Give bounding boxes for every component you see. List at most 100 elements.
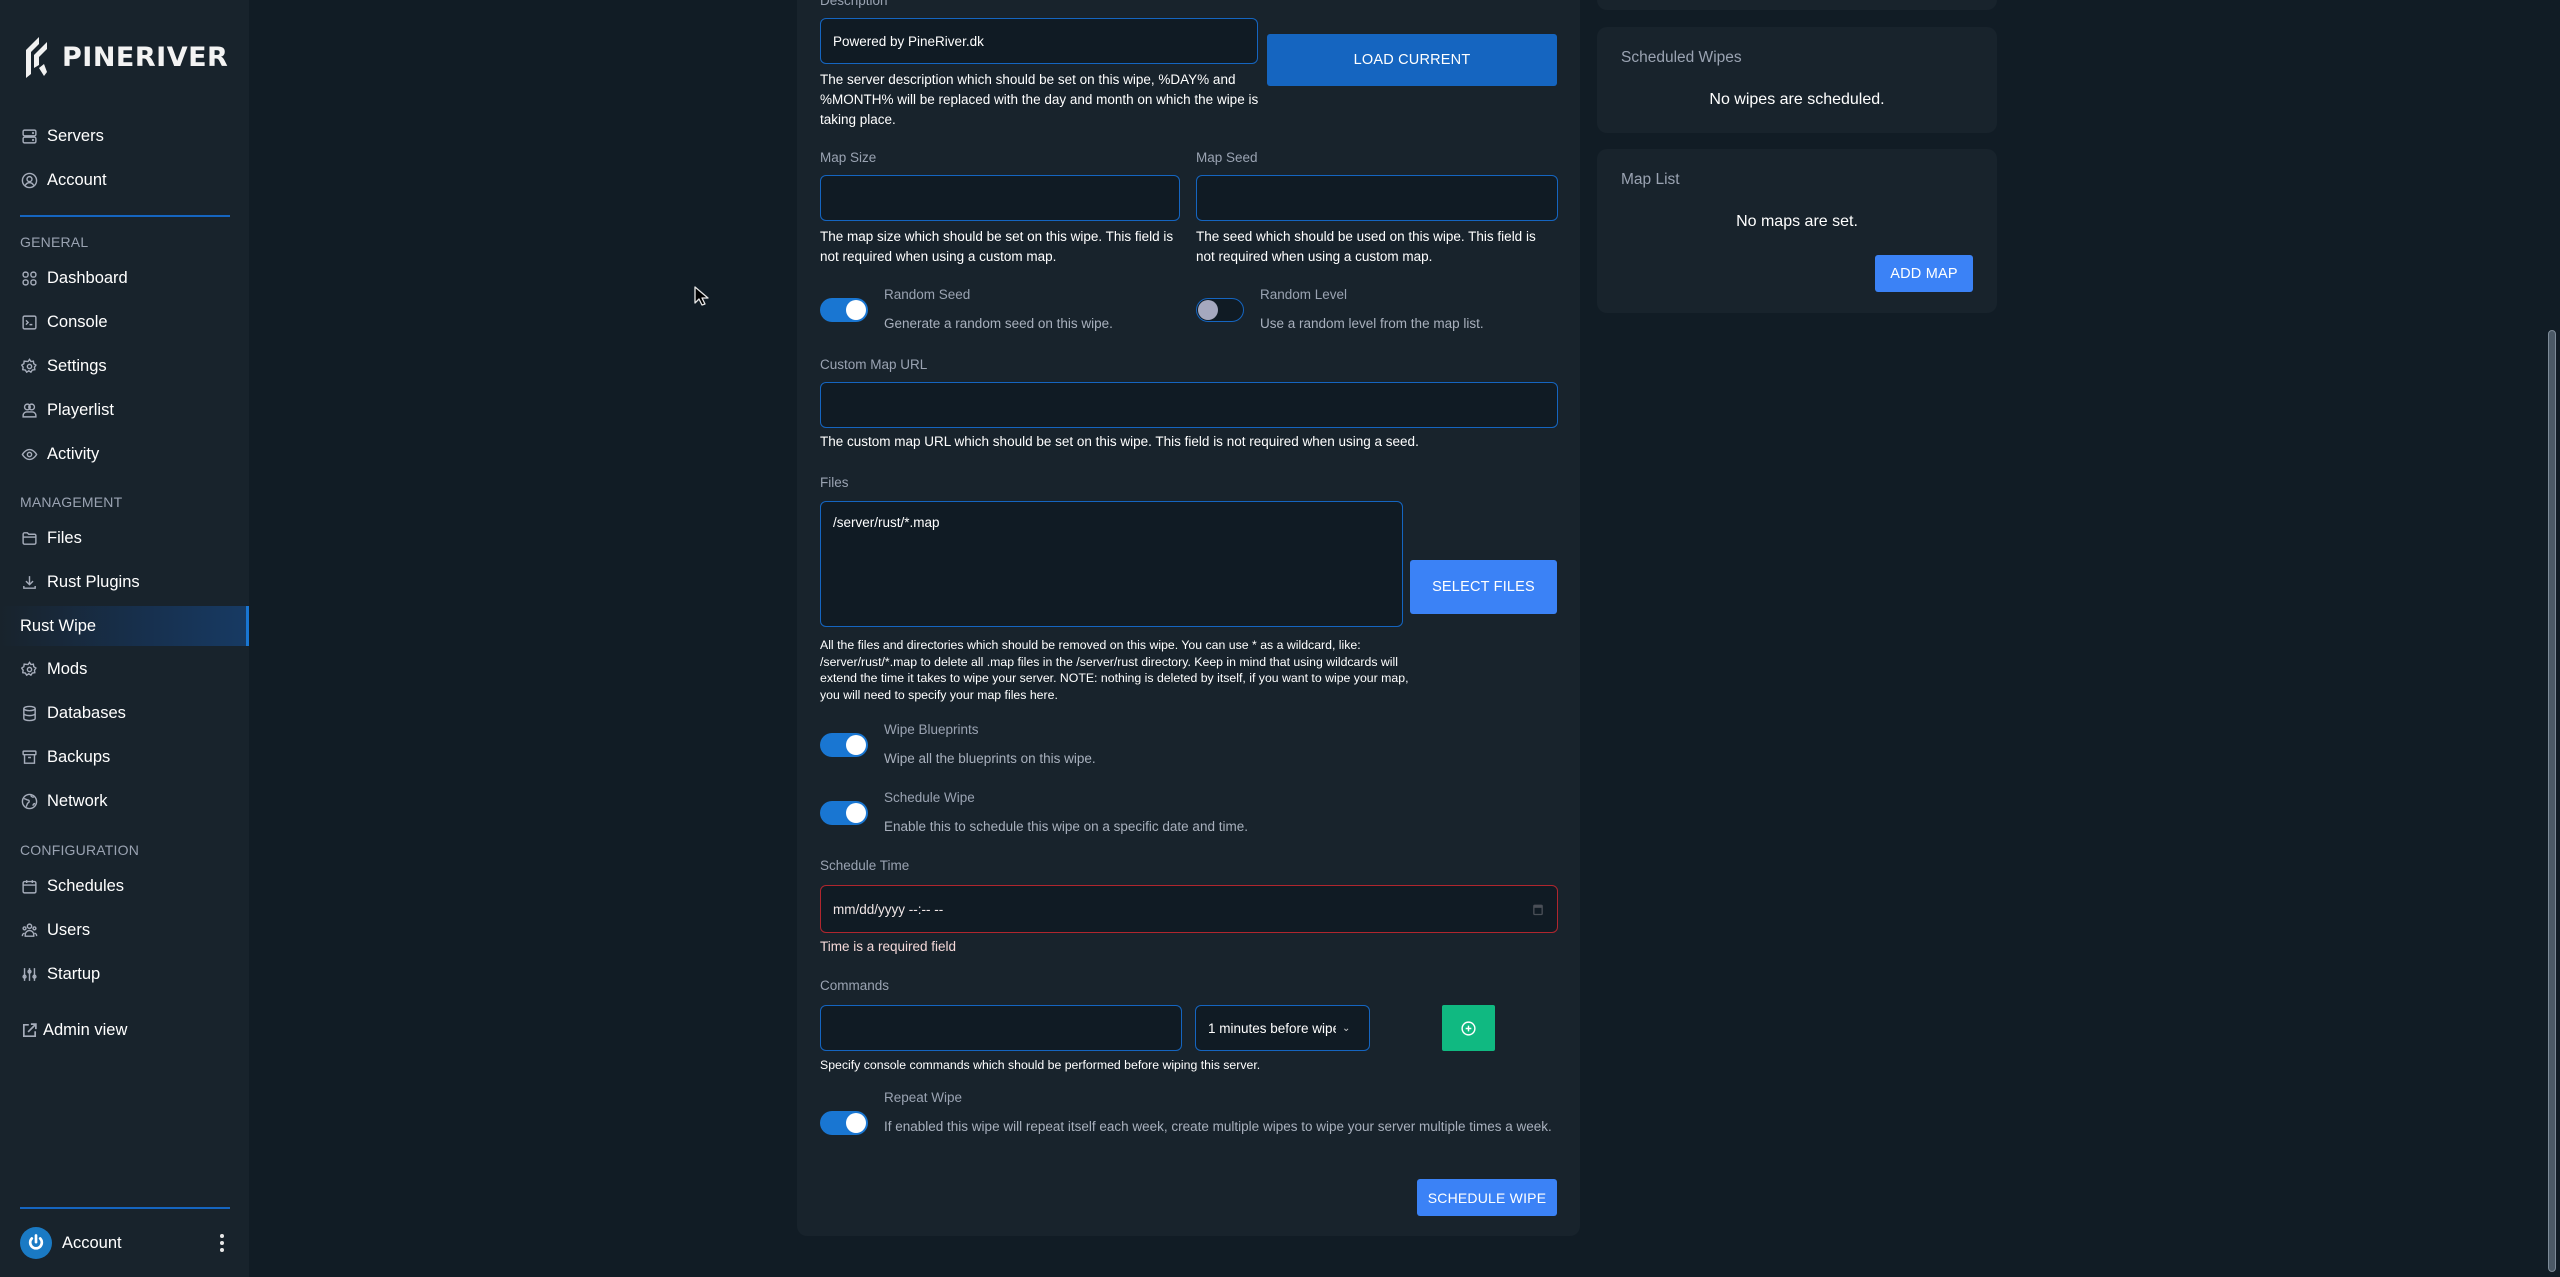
schedule-wipe-desc: Enable this to schedule this wipe on a s… (884, 819, 1248, 834)
schedule-time-error: Time is a required field (820, 939, 957, 954)
description-input[interactable]: Powered by PineRiver.dk (820, 18, 1258, 64)
sidebar-item-label: Dashboard (47, 268, 128, 287)
map-list-title: Map List (1621, 171, 1680, 188)
add-command-button[interactable] (1442, 1005, 1495, 1051)
dashboard-grid-icon (20, 269, 38, 287)
page-scrollbar-thumb[interactable] (2548, 330, 2556, 1272)
sidebar-item-label: Activity (47, 444, 100, 463)
select-files-button[interactable]: SELECT FILES (1410, 560, 1557, 614)
sidebar-item-files[interactable]: Files (20, 524, 230, 552)
sidebar-item-mods[interactable]: Mods (20, 655, 230, 683)
top-panel-partial (1597, 0, 1997, 10)
admin-view-label: Admin view (43, 1020, 128, 1039)
random-level-desc: Use a random level from the map list. (1260, 316, 1484, 331)
scheduled-wipes-title: Scheduled Wipes (1621, 49, 1742, 66)
schedule-wipe-toggle[interactable] (820, 801, 868, 825)
files-help: All the files and directories which shou… (820, 638, 1409, 702)
schedule-wipe-button[interactable]: SCHEDULE WIPE (1417, 1179, 1557, 1216)
sidebar-item-users[interactable]: Users (20, 916, 230, 944)
archive-icon (20, 748, 38, 766)
sidebar-item-rust-wipe[interactable]: Rust Wipe (0, 606, 249, 646)
section-general: GENERAL (20, 234, 89, 250)
server-icon (20, 127, 38, 145)
files-label: Files (820, 475, 849, 490)
sidebar-item-label: Files (47, 528, 82, 547)
schedule-wipe-title: Schedule Wipe (884, 790, 975, 805)
add-map-button[interactable]: ADD MAP (1875, 255, 1973, 292)
sidebar-item-label: Schedules (47, 876, 125, 895)
sidebar-item-label: Databases (47, 703, 126, 722)
sidebar-item-label: Account (47, 170, 107, 189)
brand-name: PINERIVER (62, 41, 229, 73)
repeat-wipe-toggle[interactable] (820, 1111, 868, 1135)
sidebar-item-account[interactable]: Account (20, 166, 230, 194)
sidebar-item-dashboard[interactable]: Dashboard (20, 264, 230, 292)
load-current-button[interactable]: LOAD CURRENT (1267, 34, 1557, 86)
sidebar-item-label: Backups (47, 747, 111, 766)
terminal-icon (20, 313, 38, 331)
repeat-wipe-desc: If enabled this wipe will repeat itself … (884, 1119, 1552, 1134)
sidebar-item-console[interactable]: Console (20, 308, 230, 336)
sidebar-item-servers[interactable]: Servers (20, 122, 230, 150)
custom-map-url-help: The custom map URL which should be set o… (820, 434, 1419, 449)
random-level-toggle[interactable] (1196, 298, 1244, 322)
admin-view-link[interactable]: Admin view (20, 1016, 230, 1044)
schedule-time-label: Schedule Time (820, 858, 910, 873)
sidebar-item-schedules[interactable]: Schedules (20, 872, 230, 900)
scheduled-wipes-empty: No wipes are scheduled. (1709, 91, 1885, 108)
description-help: The server description which should be s… (820, 72, 1259, 127)
custom-map-url-label: Custom Map URL (820, 357, 928, 372)
sidebar-item-startup[interactable]: Startup (20, 960, 230, 988)
sidebar-item-label: Network (47, 791, 108, 810)
download-icon (20, 573, 38, 591)
custom-map-url-input[interactable] (820, 382, 1558, 428)
random-seed-title: Random Seed (884, 287, 971, 302)
sidebar-item-label: Settings (47, 356, 107, 375)
description-label: Description (820, 0, 888, 8)
sidebar-item-databases[interactable]: Databases (20, 699, 230, 727)
kebab-menu-icon[interactable] (214, 1234, 230, 1252)
brand-logo[interactable]: PINERIVER (22, 34, 228, 80)
sidebar-item-network[interactable]: Network (20, 787, 230, 815)
schedule-time-input[interactable]: mm/dd/yyyy --:-- -- (820, 885, 1558, 933)
sidebar-item-playerlist[interactable]: Playerlist (20, 396, 230, 424)
gear-icon (20, 660, 38, 678)
map-seed-input[interactable] (1196, 175, 1558, 221)
map-list-panel: Map List No maps are set. ADD MAP (1597, 149, 1997, 313)
random-seed-desc: Generate a random seed on this wipe. (884, 316, 1113, 331)
mouse-cursor-icon (694, 286, 709, 306)
sidebar-item-label: Servers (47, 126, 104, 145)
sidebar-item-label: Rust Wipe (20, 616, 97, 635)
random-level-title: Random Level (1260, 287, 1348, 302)
map-size-input[interactable] (820, 175, 1180, 221)
wipe-blueprints-toggle[interactable] (820, 733, 868, 757)
wipe-blueprints-title: Wipe Blueprints (884, 722, 979, 737)
wipe-blueprints-desc: Wipe all the blueprints on this wipe. (884, 751, 1096, 766)
command-timing-select[interactable]: 1 minutes before wipe ⌄ (1195, 1005, 1370, 1051)
files-textarea[interactable]: /server/rust/*.map (820, 501, 1403, 627)
account-menu[interactable]: Account (20, 1227, 230, 1259)
command-input[interactable] (820, 1005, 1182, 1051)
gear-icon (20, 357, 38, 375)
commands-help: Specify console commands which should be… (820, 1058, 1261, 1072)
database-icon (20, 704, 38, 722)
users-icon (20, 401, 38, 419)
power-icon (28, 1234, 44, 1250)
sidebar-item-label: Console (47, 312, 108, 331)
sidebar-item-rust-plugins[interactable]: Rust Plugins (20, 568, 230, 596)
map-size-help: The map size which should be set on this… (820, 229, 1174, 264)
random-seed-toggle[interactable] (820, 298, 868, 322)
map-size-label: Map Size (820, 150, 877, 165)
account-name: Account (62, 1233, 122, 1252)
folder-icon (20, 529, 38, 547)
sidebar-item-activity[interactable]: Activity (20, 440, 230, 468)
section-management: MANAGEMENT (20, 494, 123, 510)
calendar-icon[interactable] (1533, 903, 1543, 916)
sidebar-item-settings[interactable]: Settings (20, 352, 230, 380)
sidebar-divider-bottom (20, 1207, 230, 1209)
sidebar-item-backups[interactable]: Backups (20, 743, 230, 771)
pineriver-logo-icon (26, 37, 47, 78)
wipe-form-card: Description Powered by PineRiver.dk LOAD… (797, 0, 1580, 1236)
section-configuration: CONFIGURATION (20, 842, 140, 858)
schedule-time-placeholder: mm/dd/yyyy --:-- -- (833, 901, 944, 917)
